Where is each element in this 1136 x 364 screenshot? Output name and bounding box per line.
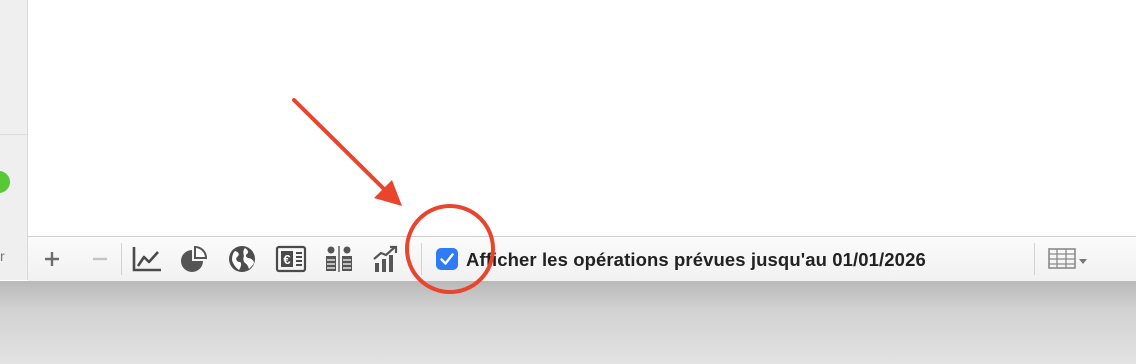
bar-growth-icon xyxy=(373,245,398,272)
line-chart-icon xyxy=(132,247,161,272)
pie-chart-button[interactable] xyxy=(178,245,210,273)
remove-button[interactable] xyxy=(84,245,116,273)
table-view-menu-button[interactable] xyxy=(1046,245,1092,273)
table-dropdown-icon xyxy=(1048,248,1087,269)
checkmark-icon xyxy=(440,253,454,265)
compare-icon xyxy=(326,246,352,272)
plus-icon xyxy=(45,252,59,266)
line-chart-button[interactable] xyxy=(131,245,163,273)
toolbar-separator xyxy=(1034,243,1035,275)
euro-statement-button[interactable]: € xyxy=(275,245,307,273)
sidebar-partial-text: r xyxy=(0,248,5,264)
toolbar-separator xyxy=(421,243,422,275)
sidebar-divider xyxy=(0,134,27,135)
toolbar-separator xyxy=(121,243,122,275)
add-button[interactable] xyxy=(36,245,68,273)
sidebar: r xyxy=(0,0,28,280)
main-content-area xyxy=(28,0,1136,236)
pie-chart-icon xyxy=(181,245,208,272)
bottom-toolbar: € Afficher les opérations prévues jusqu'… xyxy=(28,236,1136,282)
euro-document-icon: € xyxy=(275,245,307,273)
globe-button[interactable] xyxy=(226,245,258,273)
growth-chart-button[interactable] xyxy=(370,245,402,273)
status-dot xyxy=(0,171,10,193)
svg-text:€: € xyxy=(283,252,290,267)
compare-button[interactable] xyxy=(323,245,355,273)
forecast-checkbox-label[interactable]: Afficher les opérations prévues jusqu'au… xyxy=(466,249,926,271)
globe-icon xyxy=(229,246,255,272)
forecast-checkbox[interactable] xyxy=(436,248,458,270)
window-footer-shadow xyxy=(0,281,1136,364)
minus-icon xyxy=(93,257,107,261)
